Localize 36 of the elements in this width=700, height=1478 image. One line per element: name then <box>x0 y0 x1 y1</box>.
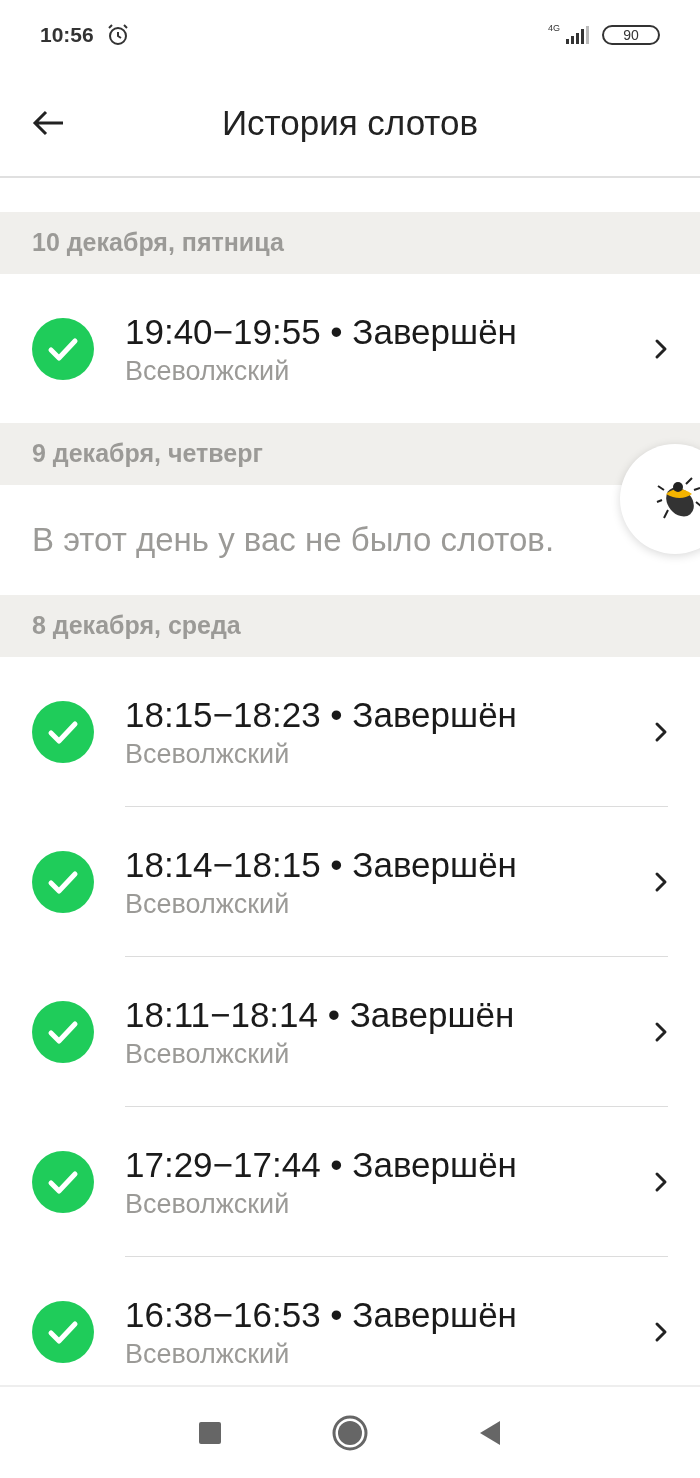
recents-icon[interactable] <box>198 1420 222 1445</box>
battery-indicator: 90 <box>602 25 660 45</box>
slot-place: Всеволжский <box>125 1037 291 1071</box>
network-type: 4G <box>548 22 560 35</box>
slot-title: 16:38−16:53 • Завершён <box>125 1294 518 1336</box>
home-icon[interactable] <box>332 1414 368 1451</box>
slot-title: 18:14−18:15 • Завершён <box>125 843 518 886</box>
check-circle-icon <box>32 851 94 913</box>
chevron-right-icon <box>654 337 668 360</box>
day-date: 10 декабря, пятница <box>32 227 284 259</box>
chevron-right-icon <box>654 1170 668 1193</box>
check-circle-icon <box>32 317 94 380</box>
chevron-right-icon <box>654 1020 668 1043</box>
slot-title: 19:40−19:55 • Завершён <box>125 310 518 353</box>
empty-message: В этот день у вас не было слотов. <box>32 520 555 561</box>
check-circle-icon <box>32 1301 94 1363</box>
slot-title: 17:29−17:44 • Завершён <box>125 1143 518 1186</box>
bug-report-button[interactable] <box>620 444 700 554</box>
slot-title: 18:11−18:14 • Завершён <box>125 993 516 1036</box>
chevron-right-icon <box>654 720 668 743</box>
chevron-right-icon <box>654 870 668 893</box>
check-circle-icon <box>32 1151 94 1213</box>
chevron-right-icon <box>654 1321 668 1343</box>
check-circle-icon <box>32 701 94 763</box>
slot-place: Всеволжский <box>125 737 291 771</box>
slot-place: Всеволжский <box>125 1338 291 1371</box>
day-date: 9 декабря, четверг <box>32 438 263 470</box>
slot-place: Всеволжский <box>125 1187 291 1221</box>
check-circle-icon <box>32 1001 94 1063</box>
page-title: История слотов <box>221 101 479 144</box>
slot-place: Всеволжский <box>125 354 291 388</box>
slot-title: 18:15−18:23 • Завершён <box>125 693 518 736</box>
back-icon[interactable] <box>478 1419 502 1446</box>
slot-place: Всеволжский <box>125 887 291 921</box>
clock: 10:56 <box>40 22 94 49</box>
day-date: 8 декабря, среда <box>32 610 241 642</box>
